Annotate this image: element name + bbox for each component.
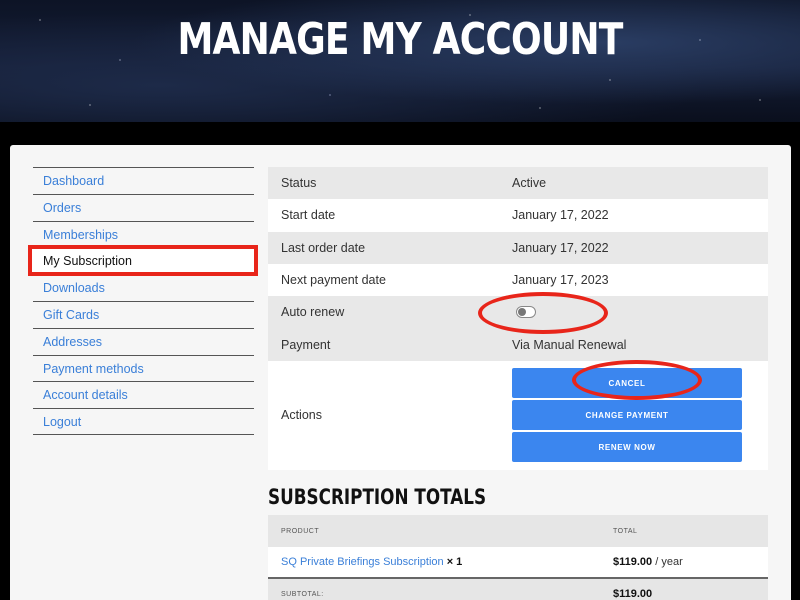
product-header: PRODUCT <box>281 527 320 535</box>
table-row: Next payment date January 17, 2023 <box>268 264 768 296</box>
row-value: January 17, 2023 <box>512 273 609 288</box>
actions-row: Actions CANCEL CHANGE PAYMENT RENEW NOW <box>268 361 768 470</box>
row-label: Status <box>281 176 317 191</box>
row-label: Payment <box>281 337 331 352</box>
row-label: Next payment date <box>281 273 386 288</box>
totals-heading: SUBSCRIPTION TOTALS <box>268 485 487 509</box>
table-row: Auto renew <box>268 296 768 329</box>
account-sidebar: Dashboard Orders Memberships My Subscrip… <box>28 167 258 435</box>
action-buttons: CANCEL CHANGE PAYMENT RENEW NOW <box>512 368 742 463</box>
subscription-details-table: Status Active Start date January 17, 202… <box>268 167 768 470</box>
hero-banner: MANAGE MY ACCOUNT <box>0 0 800 122</box>
table-header: PRODUCT TOTAL <box>268 515 768 547</box>
total-header: TOTAL <box>613 527 638 535</box>
row-value <box>512 306 768 319</box>
billing-period: / year <box>655 556 683 568</box>
table-row: Payment Via Manual Renewal <box>268 328 768 361</box>
subscription-totals-table: PRODUCT TOTAL SQ Private Briefings Subsc… <box>268 515 768 600</box>
total-cell: $119.00 / year <box>613 556 768 568</box>
table-row: Status Active <box>268 167 768 200</box>
product-cell: SQ Private Briefings Subscription × 1 <box>268 556 613 568</box>
change-payment-button[interactable]: CHANGE PAYMENT <box>512 400 742 431</box>
row-value: January 17, 2022 <box>512 240 609 255</box>
sidebar-item-logout[interactable]: Logout <box>33 408 254 435</box>
row-label: Last order date <box>281 240 366 255</box>
sidebar-item-orders[interactable]: Orders <box>33 193 254 221</box>
auto-renew-toggle[interactable] <box>516 306 536 319</box>
table-row: Start date January 17, 2022 <box>268 199 768 231</box>
product-link[interactable]: SQ Private Briefings Subscription <box>281 556 444 568</box>
product-quantity: × 1 <box>446 556 463 568</box>
sidebar-item-my-subscription[interactable]: My Subscription <box>28 245 258 277</box>
page-title: MANAGE MY ACCOUNT <box>177 14 623 65</box>
subtotal-value: $119.00 <box>613 588 653 600</box>
subtotal-row: SUBTOTAL: $119.00 <box>268 579 768 600</box>
renew-now-button[interactable]: RENEW NOW <box>512 432 742 463</box>
table-row: SQ Private Briefings Subscription × 1 $1… <box>268 547 768 579</box>
row-label: Start date <box>281 208 336 223</box>
sidebar-item-gift-cards[interactable]: Gift Cards <box>33 300 254 328</box>
sidebar-item-dashboard[interactable]: Dashboard <box>33 167 254 194</box>
subtotal-label: SUBTOTAL: <box>281 590 324 598</box>
row-label: Actions <box>281 408 322 423</box>
sidebar-item-memberships[interactable]: Memberships <box>33 220 254 248</box>
sidebar-item-account-details[interactable]: Account details <box>33 381 254 408</box>
row-value: CANCEL CHANGE PAYMENT RENEW NOW <box>512 368 768 463</box>
row-value: Active <box>512 176 547 191</box>
sidebar-item-payment-methods[interactable]: Payment methods <box>33 354 254 382</box>
row-label: Auto renew <box>281 305 345 320</box>
cancel-button[interactable]: CANCEL <box>512 368 742 399</box>
row-value: Via Manual Renewal <box>512 337 627 352</box>
subtotal-cell: $119.00 <box>613 588 768 600</box>
toggle-knob <box>518 308 526 317</box>
sidebar-item-addresses[interactable]: Addresses <box>33 327 254 355</box>
item-price: $119.00 <box>613 556 653 568</box>
table-row: Last order date January 17, 2022 <box>268 231 768 264</box>
sidebar-item-downloads[interactable]: Downloads <box>33 274 254 301</box>
row-value: January 17, 2022 <box>512 208 609 223</box>
